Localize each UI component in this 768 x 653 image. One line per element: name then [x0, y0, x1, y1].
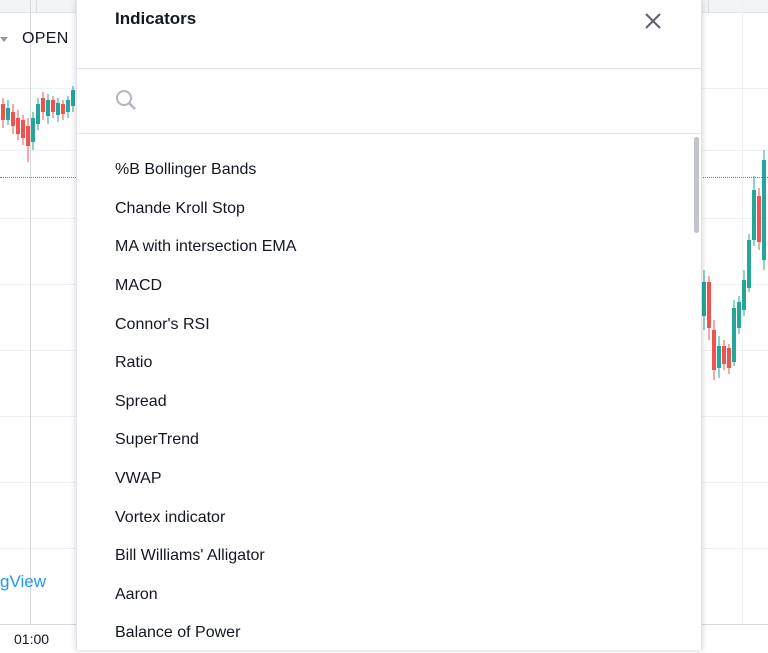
candles-left — [1, 86, 75, 162]
time-axis-label: 01:00 — [14, 631, 50, 647]
indicators-dialog: Indicators %B Bollinger Bands Chande Kro… — [76, 0, 702, 650]
candles-right — [702, 150, 766, 380]
search-bar[interactable] — [77, 69, 701, 133]
brand-watermark[interactable]: gView — [0, 572, 46, 592]
list-item[interactable]: Chande Kroll Stop — [77, 190, 695, 229]
list-item[interactable]: Balance of Power — [77, 614, 695, 653]
close-button[interactable] — [641, 9, 665, 33]
scrollbar-thumb[interactable] — [694, 137, 699, 233]
list-item[interactable]: Spread — [77, 383, 695, 422]
dialog-title: Indicators — [115, 9, 197, 28]
list-item[interactable]: MACD — [77, 267, 695, 306]
list-item[interactable]: Vortex indicator — [77, 498, 695, 537]
close-icon — [645, 13, 661, 29]
divider — [77, 133, 701, 134]
search-input[interactable] — [151, 83, 655, 119]
list-item[interactable]: VWAP — [77, 460, 695, 499]
list-item[interactable]: %B Bollinger Bands — [77, 151, 695, 190]
list-item[interactable]: Aaron — [77, 576, 695, 615]
list-item[interactable]: Connor's RSI — [77, 305, 695, 344]
list-item[interactable]: Bill Williams' Alligator — [77, 537, 695, 576]
list-item[interactable]: SuperTrend — [77, 421, 695, 460]
list-item[interactable]: MA with intersection EMA — [77, 228, 695, 267]
list-item[interactable]: Ratio — [77, 344, 695, 383]
indicator-list: %B Bollinger Bands Chande Kroll Stop MA … — [77, 151, 695, 653]
search-icon — [116, 90, 136, 110]
